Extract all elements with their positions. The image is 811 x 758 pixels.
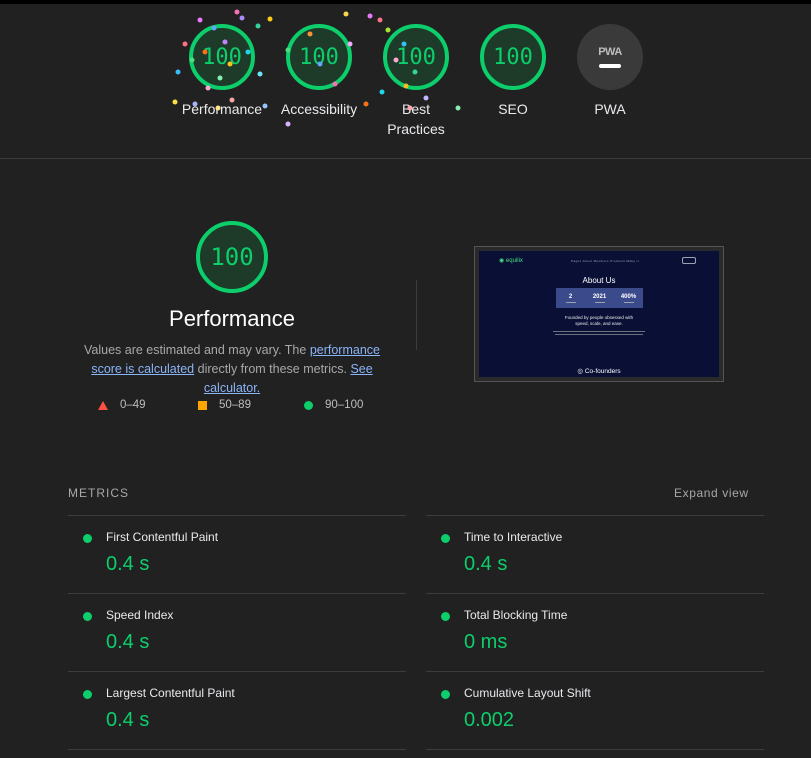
stat: 2021 xyxy=(586,290,613,306)
metric-name: Total Blocking Time xyxy=(464,608,568,622)
metric-name: Largest Contentful Paint xyxy=(106,686,235,700)
gauge-ring: 100 xyxy=(480,24,546,90)
metric-value: 0.4 s xyxy=(106,631,150,653)
gauge-label: SEO xyxy=(498,101,528,117)
metric-name: Speed Index xyxy=(106,608,174,622)
score-gauges: 100 Performance 100 Accessibility 100 Be… xyxy=(0,0,811,158)
screenshot-title: About Us xyxy=(582,276,616,285)
gauge-label: Performance xyxy=(181,101,263,117)
screenshot-tagline: Founded by people obsessed with speed, s… xyxy=(479,315,719,327)
screenshot-stats: 2 2021 400% xyxy=(556,288,643,308)
screenshot-fine-text xyxy=(555,334,643,335)
final-screenshot[interactable]: ◉ equilix Pages About Members Products M… xyxy=(474,246,724,382)
legend-label: 0–49 xyxy=(120,399,146,411)
gauge-ring: 100 xyxy=(383,24,449,90)
pass-icon xyxy=(83,534,92,543)
gauge-label: Best Practices xyxy=(387,101,445,137)
metric-name: Time to Interactive xyxy=(464,530,563,544)
tagline-line: speed, scale, and ease. xyxy=(575,321,623,326)
legend-label: 90–100 xyxy=(325,399,364,411)
metric-name: First Contentful Paint xyxy=(106,530,219,544)
screenshot-nav: Pages About Members Products Make it xyxy=(571,259,639,263)
gauge-ring: 100 xyxy=(286,24,352,90)
pwa-logo-icon: PWA xyxy=(598,46,622,58)
pass-icon xyxy=(83,690,92,699)
metric-largest-contentful-paint: Largest Contentful Paint 0.4 s xyxy=(68,671,406,750)
pass-icon xyxy=(441,690,450,699)
gauge-label: Accessibility xyxy=(280,101,358,117)
vertical-divider xyxy=(416,280,417,350)
screenshot-button xyxy=(682,257,696,264)
gauge-seo[interactable]: 100 SEO xyxy=(463,24,563,119)
metric-first-contentful-paint: First Contentful Paint 0.4 s xyxy=(68,515,406,594)
gauge-ring: 100 xyxy=(189,24,255,90)
desc-text: Values are estimated and may vary. The xyxy=(84,343,310,357)
metric-cumulative-layout-shift: Cumulative Layout Shift 0.002 xyxy=(426,671,764,750)
stat: 400% xyxy=(615,290,642,306)
stat: 2 xyxy=(557,290,584,306)
metrics-heading: METRICS xyxy=(68,486,129,500)
stat-caption xyxy=(565,301,576,303)
gauge-performance[interactable]: 100 Performance xyxy=(172,24,272,119)
stat-caption xyxy=(623,301,634,303)
pwa-dash-icon xyxy=(599,64,621,68)
pwa-badge: PWA xyxy=(577,24,643,90)
metric-value: 0.4 s xyxy=(464,553,508,575)
legend-label: 50–89 xyxy=(219,399,251,411)
screenshot-page: ◉ equilix Pages About Members Products M… xyxy=(479,251,719,377)
stat-caption xyxy=(594,301,605,303)
pass-icon xyxy=(441,612,450,621)
legend-pass: 90–100 xyxy=(304,399,363,411)
metric-time-to-interactive: Time to Interactive 0.4 s xyxy=(426,515,764,594)
metric-name: Cumulative Layout Shift xyxy=(464,686,591,700)
metric-value: 0 ms xyxy=(464,631,508,653)
legend-average: 50–89 xyxy=(198,399,251,411)
metric-value: 0.4 s xyxy=(106,553,150,575)
metric-value: 0.4 s xyxy=(106,709,150,731)
stat-value: 2021 xyxy=(592,293,607,300)
desc-text: directly from these metrics. xyxy=(194,362,351,376)
metric-value: 0.002 xyxy=(464,709,515,731)
legend-fail: 0–49 xyxy=(98,399,146,411)
metric-total-blocking-time: Total Blocking Time 0 ms xyxy=(426,593,764,672)
pass-icon xyxy=(441,534,450,543)
triangle-icon xyxy=(98,400,108,410)
circle-icon xyxy=(304,400,313,410)
performance-description: Values are estimated and may vary. The p… xyxy=(68,341,396,398)
screenshot-cofounders: ◎ Co-founders xyxy=(577,368,621,375)
section-divider xyxy=(0,158,811,159)
performance-score-gauge: 100 xyxy=(196,221,268,293)
stat-value: 400% xyxy=(620,293,637,300)
gauge-accessibility[interactable]: 100 Accessibility xyxy=(269,24,369,119)
stat-value: 2 xyxy=(568,293,573,300)
gauge-best-practices[interactable]: 100 Best Practices xyxy=(366,24,466,139)
square-icon xyxy=(198,400,207,410)
metric-speed-index: Speed Index 0.4 s xyxy=(68,593,406,672)
expand-view-button[interactable]: Expand view xyxy=(674,486,749,500)
gauge-pwa[interactable]: PWA PWA xyxy=(560,24,660,119)
gauge-label: PWA xyxy=(594,101,626,117)
performance-title: Performance xyxy=(169,306,295,331)
pass-icon xyxy=(83,612,92,621)
screenshot-fine-text xyxy=(553,331,645,332)
screenshot-logo: ◉ equilix xyxy=(499,258,523,264)
